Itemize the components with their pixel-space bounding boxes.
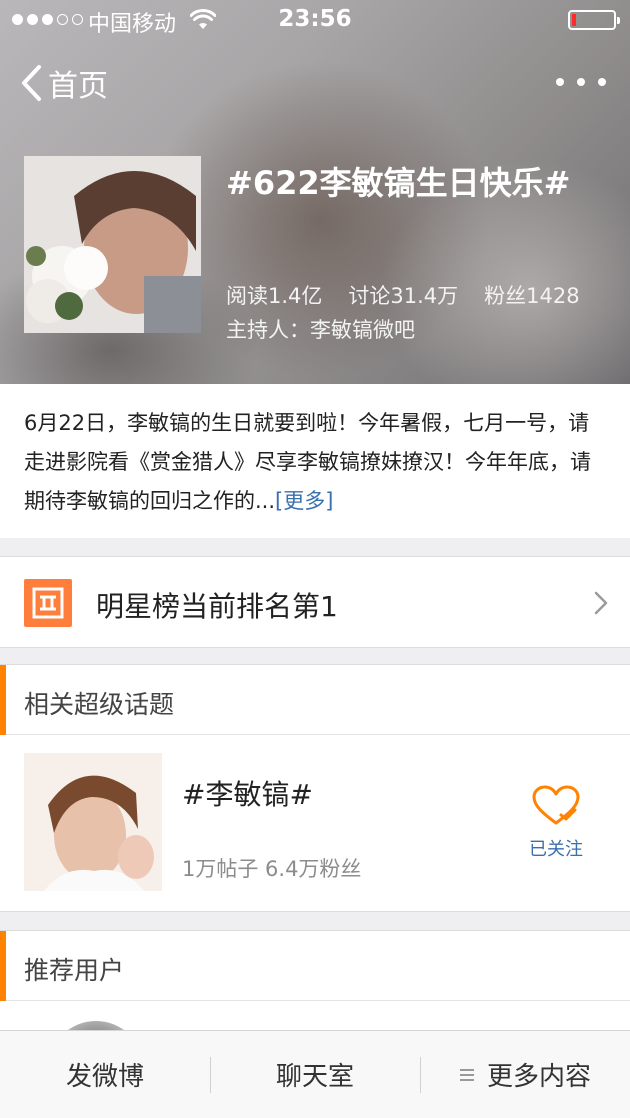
status-bar: 中国移动 23:56 xyxy=(0,0,630,40)
related-topic-name[interactable]: #李敏镐# xyxy=(182,773,313,813)
battery-level xyxy=(572,14,576,26)
chevron-left-icon xyxy=(22,65,41,101)
post-weibo-button[interactable]: 发微博 xyxy=(0,1031,210,1118)
ranking-text: 明星榜当前排名第1 xyxy=(96,590,338,623)
topic-stats: 阅读1.4亿 讨论31.4万 粉丝1428 xyxy=(226,280,580,310)
chat-room-button[interactable]: 聊天室 xyxy=(210,1031,420,1118)
follow-label: 已关注 xyxy=(529,839,583,860)
section-accent-bar xyxy=(0,931,6,1001)
follow-button[interactable]: 已关注 xyxy=(518,785,594,861)
related-topic-meta: 1万帖子 6.4万粉丝 xyxy=(182,857,362,881)
section-title: 相关超级话题 xyxy=(24,690,175,719)
ranking-row[interactable]: 明星榜当前排名第1 xyxy=(0,556,630,648)
clock: 23:56 xyxy=(278,6,352,32)
more-dots-icon[interactable] xyxy=(556,74,606,90)
read-count: 阅读1.4亿 xyxy=(226,284,323,308)
heart-check-icon xyxy=(532,785,580,825)
menu-icon xyxy=(459,1068,474,1081)
back-button[interactable]: 首页 xyxy=(20,62,108,104)
post-weibo-label: 发微博 xyxy=(65,1062,144,1092)
related-topics-section: 相关超级话题 #李敏镐# 1万帖子 6.4万粉丝 已关注 xyxy=(0,664,630,912)
section-accent-bar xyxy=(0,665,6,735)
topic-cover-image xyxy=(24,156,201,333)
section-header: 推荐用户 xyxy=(0,931,630,1001)
topic-host[interactable]: 主持人：李敏镐微吧 xyxy=(226,314,415,344)
discussion-count: 讨论31.4万 xyxy=(348,284,459,308)
topic-header: 中国移动 23:56 首页 #622李敏镐生日快乐# 阅读1.4亿 讨论31.4… xyxy=(0,0,630,384)
chevron-right-icon xyxy=(594,591,608,615)
back-label: 首页 xyxy=(48,69,108,104)
bottom-toolbar: 发微博 聊天室 更多内容 xyxy=(0,1030,630,1118)
section-header: 相关超级话题 xyxy=(0,665,630,735)
more-link[interactable]: [更多] xyxy=(275,489,333,513)
more-content-label: 更多内容 xyxy=(486,1062,591,1092)
ranking-icon xyxy=(24,579,72,627)
more-content-button[interactable]: 更多内容 xyxy=(420,1031,630,1118)
section-title: 推荐用户 xyxy=(24,956,125,985)
topic-title: #622李敏镐生日快乐# xyxy=(226,164,571,202)
chat-room-label: 聊天室 xyxy=(275,1062,354,1092)
battery-icon xyxy=(568,10,620,30)
related-topic-thumbnail[interactable] xyxy=(24,753,162,891)
topic-description: 6月22日，李敏镐的生日就要到啦！今年暑假，七月一号，请走进影院看《赏金猎人》尽… xyxy=(0,384,630,538)
fan-count: 粉丝1428 xyxy=(484,284,580,308)
